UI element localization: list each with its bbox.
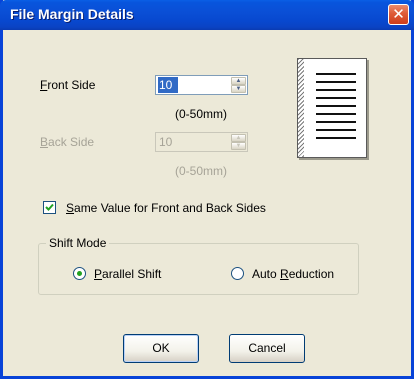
cancel-button[interactable]: Cancel (229, 334, 305, 363)
checkmark-icon (45, 203, 54, 211)
shift-mode-legend: Shift Mode (46, 236, 110, 250)
back-spin-up-button: ▲ (231, 134, 246, 142)
back-side-label: Back Side (40, 135, 95, 149)
spin-down-icon: ▼ (235, 86, 242, 92)
front-spin-down-button[interactable]: ▼ (231, 85, 246, 93)
front-side-input[interactable] (158, 77, 178, 93)
auto-reduction-radio[interactable] (231, 267, 244, 280)
front-spin-up-button[interactable]: ▲ (231, 77, 246, 85)
same-value-checkbox[interactable] (43, 201, 56, 214)
title-bar[interactable]: File Margin Details ✕ (0, 0, 414, 30)
radio-selected-dot (77, 271, 82, 276)
spin-down-icon: ▼ (235, 143, 242, 149)
preview-text-lines (316, 73, 356, 145)
back-side-stepper: ▲ ▼ (155, 132, 248, 152)
front-side-range: (0-50mm) (175, 107, 228, 121)
file-margin-dialog: File Margin Details ✕ Front Side ▲ ▼ (0-… (0, 0, 414, 379)
spin-up-icon: ▲ (235, 78, 242, 84)
front-side-label: Front Side (40, 78, 96, 92)
margin-hatch (298, 59, 304, 157)
auto-reduction-label[interactable]: Auto Reduction (252, 267, 334, 281)
page-preview-icon (297, 58, 367, 158)
spin-up-icon: ▲ (235, 135, 242, 141)
front-side-stepper[interactable]: ▲ ▼ (155, 75, 248, 95)
back-side-range: (0-50mm) (175, 164, 228, 178)
parallel-shift-radio[interactable] (73, 267, 86, 280)
back-side-input (158, 134, 218, 150)
back-spin-down-button: ▼ (231, 142, 246, 150)
window-title: File Margin Details (10, 6, 134, 22)
ok-button[interactable]: OK (123, 334, 199, 363)
close-icon: ✕ (392, 5, 405, 23)
same-value-label[interactable]: Same Value for Front and Back Sides (66, 201, 266, 215)
parallel-shift-label[interactable]: Parallel Shift (94, 267, 161, 281)
close-button[interactable]: ✕ (388, 4, 409, 25)
